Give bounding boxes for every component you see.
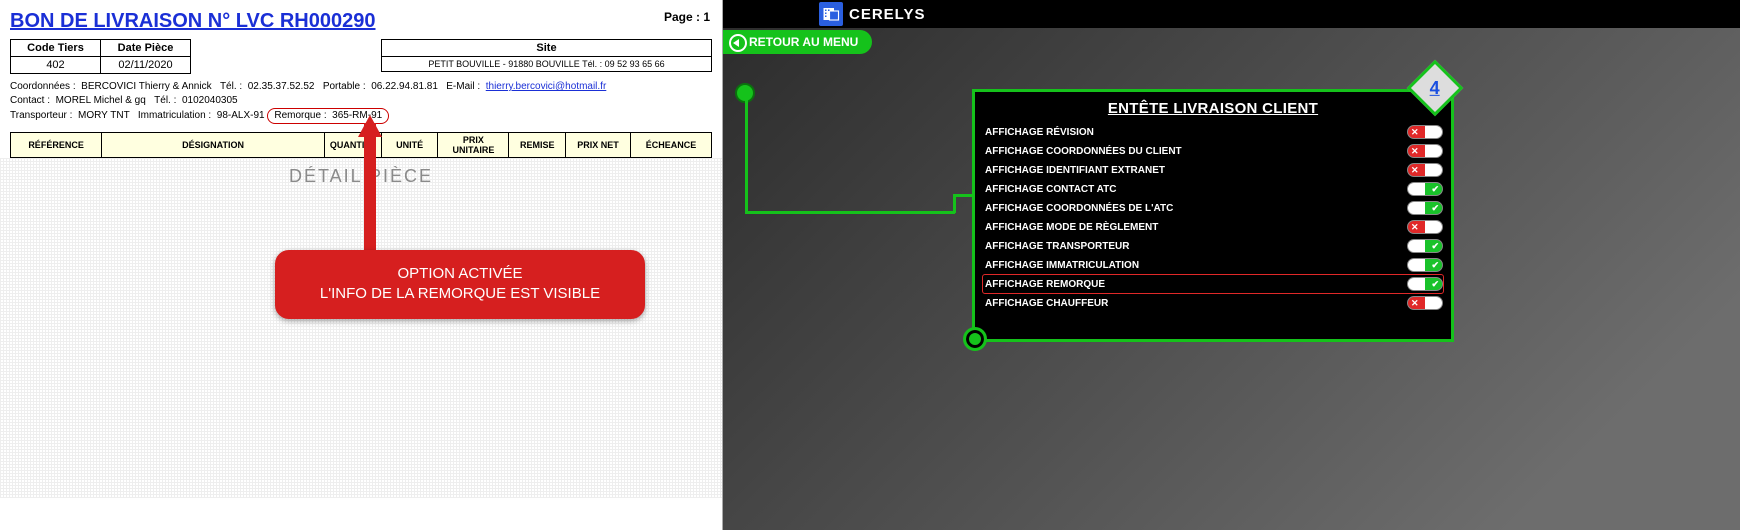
callout-bubble: OPTION ACTIVÉE L'INFO DE LA REMORQUE EST… [275, 250, 645, 319]
option-label: AFFICHAGE COORDONNÉES DE L'ATC [983, 203, 1407, 214]
col-header: ÉCHEANCE [630, 133, 711, 158]
header-table-site: Site PETIT BOUVILLE - 91880 BOUVILLE Tél… [381, 39, 712, 72]
toggle-switch[interactable]: ✕ [1407, 125, 1443, 139]
col-header: RÉFÉRENCE [11, 133, 102, 158]
connector-line [745, 93, 748, 213]
option-row: AFFICHAGE CHAUFFEUR✕ [983, 294, 1443, 312]
page-indicator: Page : 1 [664, 10, 710, 24]
option-row: AFFICHAGE RÉVISION✕ [983, 123, 1443, 141]
option-row: AFFICHAGE COORDONNÉES DU CLIENT✕ [983, 142, 1443, 160]
option-label: AFFICHAGE COORDONNÉES DU CLIENT [983, 146, 1407, 157]
app-logo-icon [819, 2, 843, 26]
col-header: PRIX NET [566, 133, 631, 158]
option-row: AFFICHAGE TRANSPORTEUR✔ [983, 237, 1443, 255]
document-preview: BON DE LIVRAISON N° LVC RH000290 Page : … [0, 0, 723, 530]
option-label: AFFICHAGE MODE DE RÈGLEMENT [983, 222, 1407, 233]
toggle-switch[interactable]: ✕ [1407, 296, 1443, 310]
toggle-switch[interactable]: ✕ [1407, 220, 1443, 234]
option-label: AFFICHAGE IMMATRICULATION [983, 260, 1407, 271]
client-email-link[interactable]: thierry.bercovici@hotmail.fr [486, 81, 607, 92]
remorque-highlight: Remorque : 365-RM-91 [267, 108, 389, 124]
connector-line [745, 211, 955, 214]
app-title: CERELYS [849, 6, 925, 23]
col-header: PRIX UNITAIRE [438, 133, 509, 158]
option-row: AFFICHAGE MODE DE RÈGLEMENT✕ [983, 218, 1443, 236]
panel-anchor-icon [963, 327, 987, 351]
client-coordinates-block: Coordonnées : BERCOVICI Thierry & Annick… [10, 80, 712, 124]
option-row: AFFICHAGE COORDONNÉES DE L'ATC✔ [983, 199, 1443, 217]
connector-line [953, 195, 956, 213]
header-table-tiers: Code TiersDate Pièce 40202/11/2020 [10, 39, 191, 74]
option-label: AFFICHAGE IDENTIFIANT EXTRANET [983, 165, 1407, 176]
app-pane: CERELYS RETOUR AU MENU 4 ENTÊTE LIVRAISO… [723, 0, 1740, 530]
detail-area: DÉTAIL PIÈCE [0, 158, 722, 498]
toggle-switch[interactable]: ✔ [1407, 201, 1443, 215]
col-header: REMISE [509, 133, 566, 158]
detail-watermark: DÉTAIL PIÈCE [289, 166, 433, 187]
option-row: AFFICHAGE IDENTIFIANT EXTRANET✕ [983, 161, 1443, 179]
toggle-switch[interactable]: ✔ [1407, 239, 1443, 253]
toggle-switch[interactable]: ✔ [1407, 258, 1443, 272]
option-row: AFFICHAGE CONTACT ATC✔ [983, 180, 1443, 198]
col-header: DÉSIGNATION [102, 133, 325, 158]
option-label: AFFICHAGE CHAUFFEUR [983, 298, 1407, 309]
option-row: AFFICHAGE IMMATRICULATION✔ [983, 256, 1443, 274]
document-title: BON DE LIVRAISON N° LVC RH000290 [10, 10, 376, 33]
option-label: AFFICHAGE REMORQUE [983, 279, 1407, 290]
option-label: AFFICHAGE RÉVISION [983, 127, 1407, 138]
panel-title: ENTÊTE LIVRAISON CLIENT [975, 92, 1451, 123]
option-label: AFFICHAGE CONTACT ATC [983, 184, 1407, 195]
option-row: AFFICHAGE REMORQUE✔ [983, 275, 1443, 293]
toggle-switch[interactable]: ✔ [1407, 182, 1443, 196]
toggle-switch[interactable]: ✕ [1407, 144, 1443, 158]
toggle-switch[interactable]: ✔ [1407, 277, 1443, 291]
col-header: UNITÉ [381, 133, 438, 158]
col-header: QUANTITÉ [325, 133, 382, 158]
settings-panel: 4 ENTÊTE LIVRAISON CLIENT AFFICHAGE RÉVI… [973, 90, 1453, 341]
toggle-switch[interactable]: ✕ [1407, 163, 1443, 177]
app-header: CERELYS [723, 0, 1740, 28]
option-label: AFFICHAGE TRANSPORTEUR [983, 241, 1407, 252]
detail-columns-header: RÉFÉRENCEDÉSIGNATIONQUANTITÉUNITÉPRIX UN… [10, 132, 712, 158]
back-to-menu-button[interactable]: RETOUR AU MENU [723, 30, 872, 54]
